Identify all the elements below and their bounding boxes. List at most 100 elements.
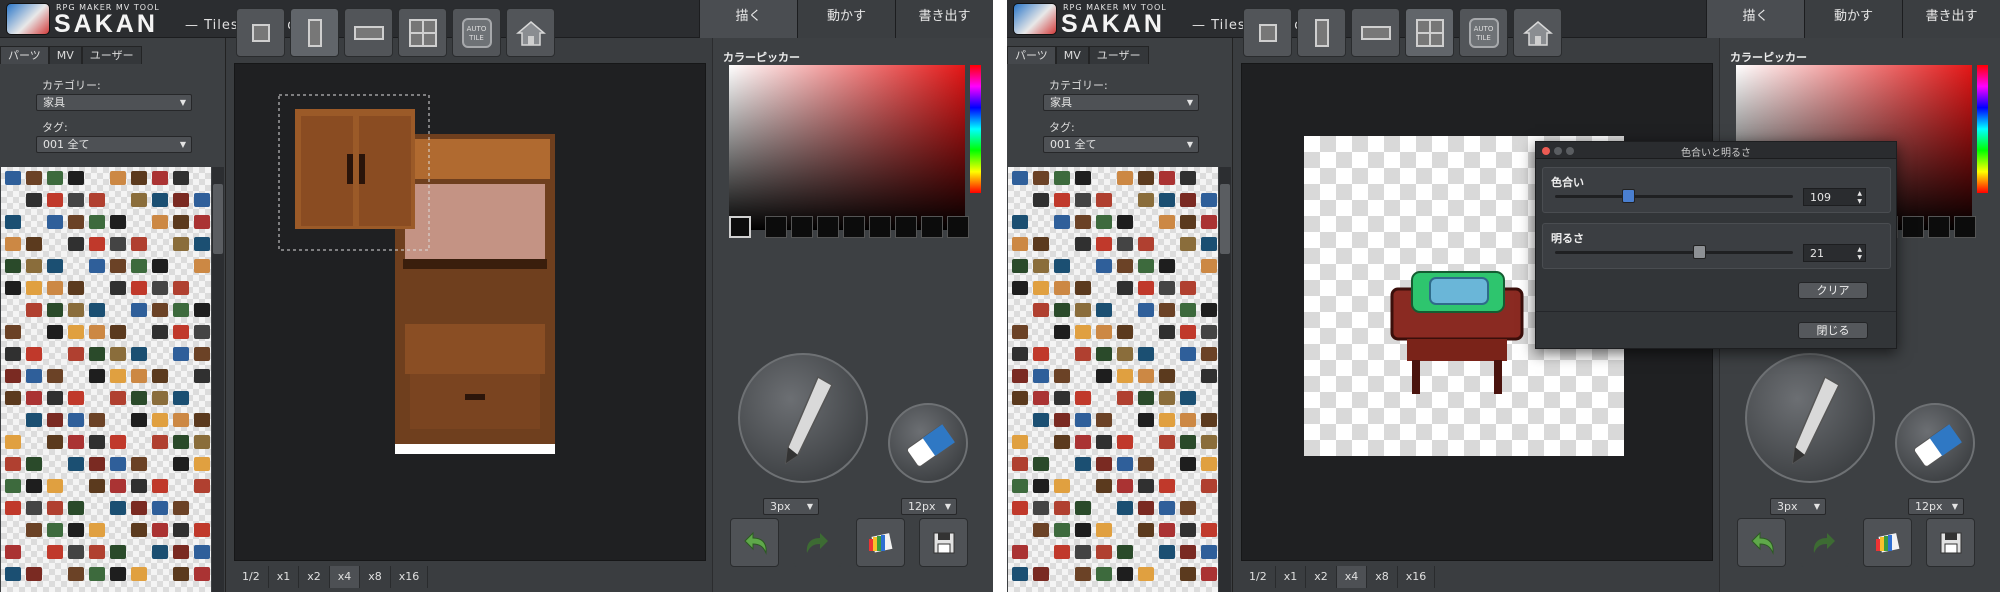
palette-part-thumbnail[interactable] — [1180, 325, 1196, 339]
palette-part-thumbnail[interactable] — [1138, 501, 1154, 515]
palette-part-thumbnail[interactable] — [131, 457, 147, 471]
palette-part-thumbnail[interactable] — [1117, 369, 1133, 383]
palette-part-thumbnail[interactable] — [1180, 457, 1196, 471]
palette-part-thumbnail[interactable] — [1096, 435, 1112, 449]
palette-part-thumbnail[interactable] — [1033, 369, 1049, 383]
palette-part-thumbnail[interactable] — [1054, 259, 1070, 273]
palette-part-thumbnail[interactable] — [89, 567, 105, 581]
palette-part-thumbnail[interactable] — [110, 391, 126, 405]
palette-part-thumbnail[interactable] — [194, 457, 210, 471]
swatch[interactable] — [817, 216, 839, 238]
palette-part-thumbnail[interactable] — [68, 325, 84, 339]
palette-part-thumbnail[interactable] — [173, 171, 189, 185]
tile-tall-button[interactable] — [1297, 8, 1346, 57]
palette-part-thumbnail[interactable] — [1180, 281, 1196, 295]
palette-part-thumbnail[interactable] — [1159, 435, 1175, 449]
palette-part-thumbnail[interactable] — [1096, 567, 1112, 581]
house-button[interactable] — [506, 8, 555, 57]
palette-part-thumbnail[interactable] — [5, 215, 21, 229]
palette-part-thumbnail[interactable] — [1159, 479, 1175, 493]
swatch[interactable] — [947, 216, 969, 238]
palette-part-thumbnail[interactable] — [68, 347, 84, 361]
palette-part-thumbnail[interactable] — [5, 435, 21, 449]
palette-part-thumbnail[interactable] — [89, 369, 105, 383]
stepper-icon[interactable]: ▲ ▼ — [1857, 190, 1862, 206]
tag-select[interactable]: 001 全て ▼ — [1043, 136, 1199, 153]
palette-part-thumbnail[interactable] — [1201, 435, 1217, 449]
palette-part-thumbnail[interactable] — [1075, 193, 1091, 207]
eraser-tool-button[interactable] — [888, 403, 968, 483]
palette-part-thumbnail[interactable] — [1075, 391, 1091, 405]
palette-part-thumbnail[interactable] — [1138, 171, 1154, 185]
palette-part-thumbnail[interactable] — [152, 259, 168, 273]
palette-part-thumbnail[interactable] — [1096, 523, 1112, 537]
palette-part-thumbnail[interactable] — [1201, 567, 1217, 581]
palette-part-thumbnail[interactable] — [1012, 325, 1028, 339]
zoom-x8[interactable]: x8 — [360, 566, 391, 588]
palette-part-thumbnail[interactable] — [1159, 193, 1175, 207]
tab-move[interactable]: 動かす — [797, 0, 895, 38]
palette-part-thumbnail[interactable] — [1117, 259, 1133, 273]
palette-part-thumbnail[interactable] — [26, 303, 42, 317]
hue-number-input[interactable]: 109 ▲ ▼ — [1803, 188, 1866, 206]
palette-part-thumbnail[interactable] — [1096, 325, 1112, 339]
tile-quarter-button[interactable] — [236, 8, 285, 57]
palette-part-thumbnail[interactable] — [1159, 259, 1175, 273]
palette-part-thumbnail[interactable] — [1075, 413, 1091, 427]
palette-part-thumbnail[interactable] — [1117, 479, 1133, 493]
palette-part-thumbnail[interactable] — [47, 479, 63, 493]
palette-part-thumbnail[interactable] — [1096, 193, 1112, 207]
zoom-half[interactable]: 1/2 — [234, 566, 269, 588]
palette-part-thumbnail[interactable] — [152, 215, 168, 229]
palette-part-thumbnail[interactable] — [26, 259, 42, 273]
autotile-button[interactable]: AUTO TILE — [1459, 8, 1508, 57]
tab-draw[interactable]: 描く — [699, 0, 797, 38]
palette-part-thumbnail[interactable] — [26, 237, 42, 251]
palette-part-thumbnail[interactable] — [131, 193, 147, 207]
palette-part-thumbnail[interactable] — [1180, 523, 1196, 537]
pen-size-select[interactable]: 3px ▼ — [1770, 498, 1826, 515]
palette-part-thumbnail[interactable] — [1012, 479, 1028, 493]
redo-button[interactable] — [1800, 518, 1849, 567]
palette-part-thumbnail[interactable] — [1096, 457, 1112, 471]
palette-part-thumbnail[interactable] — [194, 545, 210, 559]
palette-part-thumbnail[interactable] — [1054, 501, 1070, 515]
saturation-value-field[interactable] — [729, 65, 965, 230]
palette-part-thumbnail[interactable] — [68, 171, 84, 185]
tile-wide-button[interactable] — [1351, 8, 1400, 57]
palette-part-thumbnail[interactable] — [1159, 413, 1175, 427]
tag-select[interactable]: 001 全て ▼ — [36, 136, 192, 153]
palette-part-thumbnail[interactable] — [1201, 523, 1217, 537]
palette-part-thumbnail[interactable] — [1033, 413, 1049, 427]
hue-slider[interactable] — [1977, 65, 1988, 193]
palette-part-thumbnail[interactable] — [1117, 501, 1133, 515]
palette-part-thumbnail[interactable] — [1054, 303, 1070, 317]
palette-part-thumbnail[interactable] — [110, 171, 126, 185]
swatch[interactable] — [921, 216, 943, 238]
palette-part-thumbnail[interactable] — [131, 259, 147, 273]
palette-part-thumbnail[interactable] — [26, 413, 42, 427]
palette-part-thumbnail[interactable] — [194, 215, 210, 229]
palette-part-thumbnail[interactable] — [1201, 325, 1217, 339]
brightness-thumb[interactable] — [1693, 245, 1706, 259]
tab-parts[interactable]: パーツ — [0, 46, 49, 64]
palette-part-thumbnail[interactable] — [1138, 303, 1154, 317]
palette-part-thumbnail[interactable] — [5, 171, 21, 185]
palette-part-thumbnail[interactable] — [68, 545, 84, 559]
palette-part-thumbnail[interactable] — [1075, 325, 1091, 339]
palette-part-thumbnail[interactable] — [131, 171, 147, 185]
palette-part-thumbnail[interactable] — [1075, 281, 1091, 295]
tile-quarter-button[interactable] — [1243, 8, 1292, 57]
palette-part-thumbnail[interactable] — [68, 281, 84, 295]
palette-part-thumbnail[interactable] — [1075, 523, 1091, 537]
palette-part-thumbnail[interactable] — [1138, 523, 1154, 537]
palette-part-thumbnail[interactable] — [1012, 237, 1028, 251]
palette-part-thumbnail[interactable] — [1138, 457, 1154, 471]
palette-part-thumbnail[interactable] — [26, 391, 42, 405]
palette-part-thumbnail[interactable] — [1096, 369, 1112, 383]
palette-part-thumbnail[interactable] — [194, 369, 210, 383]
palette-part-thumbnail[interactable] — [1180, 171, 1196, 185]
palette-part-thumbnail[interactable] — [68, 435, 84, 449]
palette-part-thumbnail[interactable] — [5, 545, 21, 559]
palette-part-thumbnail[interactable] — [68, 391, 84, 405]
